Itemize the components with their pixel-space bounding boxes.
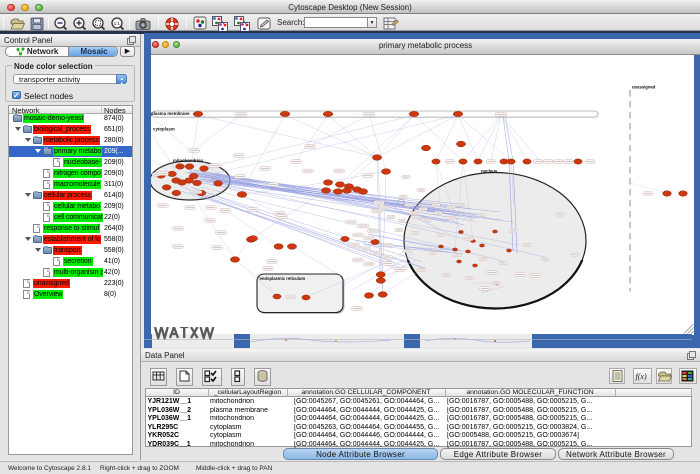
svg-text:mitochondrion: mitochondrion [173, 158, 203, 163]
svg-text:cytoplasm: cytoplasm [153, 127, 175, 132]
svg-text:endoplasmic reticulum: endoplasmic reticulum [260, 276, 306, 281]
svg-text:nucleus: nucleus [481, 169, 498, 174]
svg-text:f(x): f(x) [636, 372, 647, 381]
svg-text:unassigned: unassigned [632, 85, 656, 90]
svg-text:plasma membrane: plasma membrane [151, 111, 190, 116]
svg-text:1:1: 1:1 [114, 21, 121, 26]
